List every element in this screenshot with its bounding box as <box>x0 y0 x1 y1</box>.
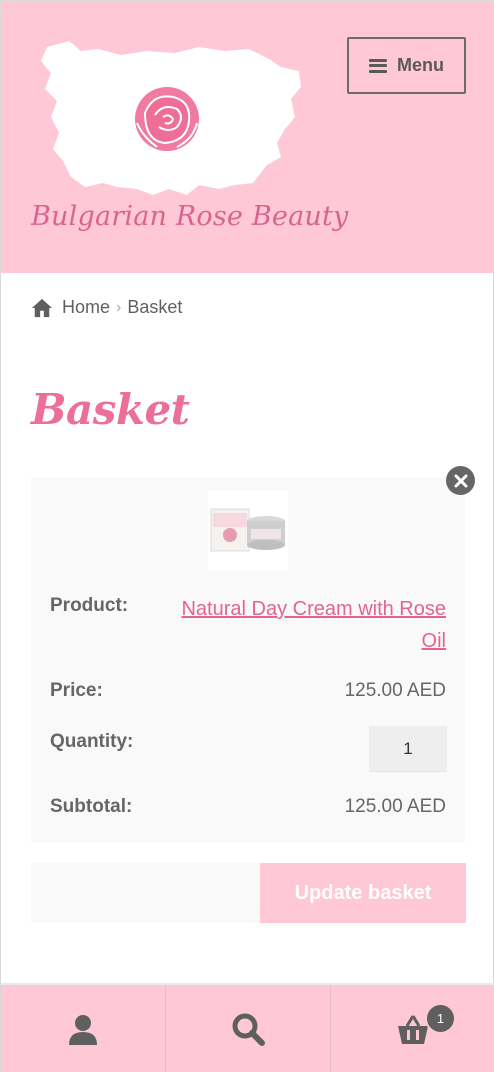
brand-name: Bulgarian Rose Beauty <box>31 201 349 232</box>
home-icon[interactable] <box>31 298 53 318</box>
product-thumbnail[interactable] <box>208 491 288 571</box>
hamburger-icon <box>369 58 387 73</box>
menu-label: Menu <box>397 55 444 75</box>
footer-tab-account[interactable] <box>1 985 166 1072</box>
price-label: Price: <box>50 680 103 701</box>
quantity-input[interactable] <box>369 726 447 772</box>
site-header: Bulgarian Rose Beauty Menu <box>1 1 494 273</box>
product-name-link[interactable]: Natural Day Cream with Rose Oil <box>156 593 446 657</box>
subtotal-value: 125.00 AED <box>344 796 446 817</box>
price-value: 125.00 AED <box>344 680 446 701</box>
menu-button[interactable]: Menu <box>347 37 466 94</box>
breadcrumb-current: Basket <box>127 297 183 317</box>
user-icon <box>69 1015 97 1045</box>
update-basket-button[interactable]: Update basket <box>260 863 466 923</box>
search-icon <box>232 1013 265 1046</box>
breadcrumb: Home › Basket <box>31 297 182 318</box>
page-title: Basket <box>31 385 190 434</box>
remove-item-button[interactable] <box>446 466 475 495</box>
product-label: Product: <box>50 595 129 616</box>
breadcrumb-home[interactable]: Home <box>62 297 110 318</box>
footer-tab-search[interactable] <box>166 985 331 1072</box>
handheld-footer-bar: 1 <box>1 983 494 1072</box>
close-circle-icon <box>454 474 467 487</box>
quantity-label: Quantity: <box>50 731 134 752</box>
breadcrumb-separator: › <box>116 298 122 316</box>
subtotal-label: Subtotal: <box>50 796 133 817</box>
footer-tab-basket[interactable]: 1 <box>331 985 494 1072</box>
basket-count-badge: 1 <box>425 1003 456 1034</box>
